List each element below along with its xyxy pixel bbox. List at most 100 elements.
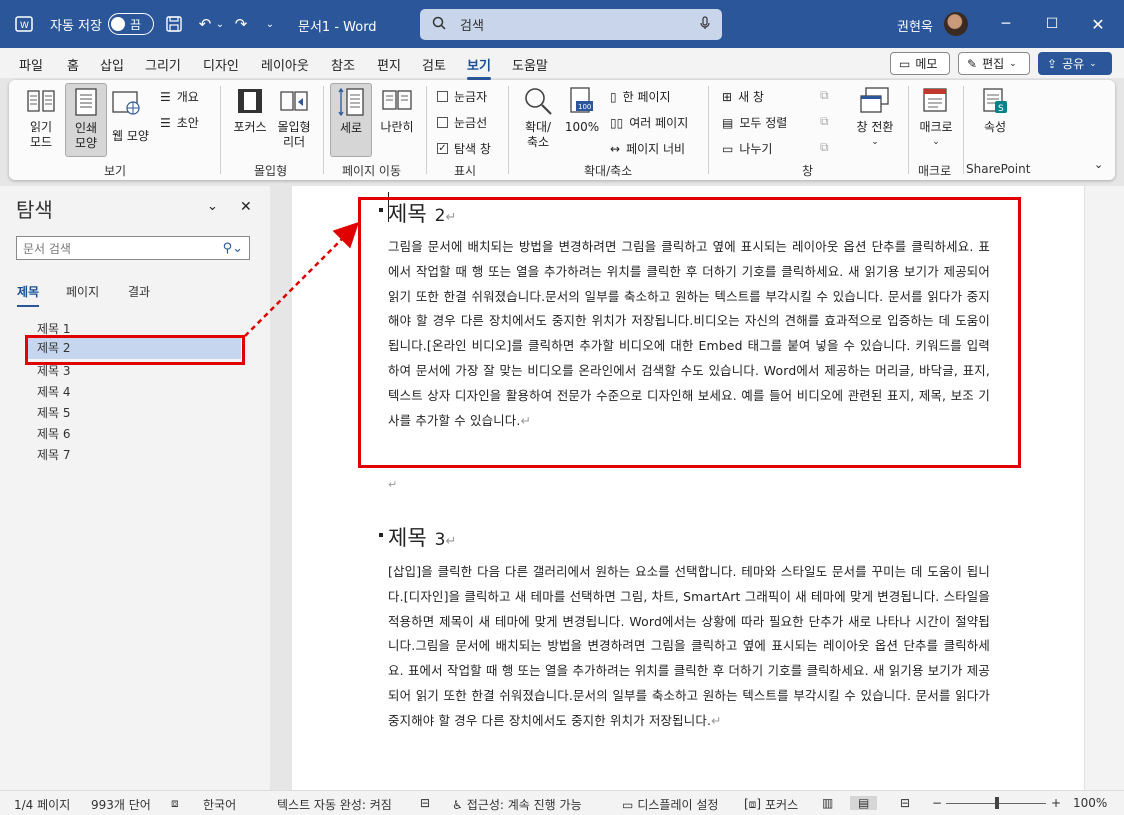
display-settings[interactable]: ▭ 디스플레이 설정 [622,796,718,813]
menu-home[interactable]: 홈 [67,55,79,74]
draft-button[interactable]: ☰ 초안 [160,114,199,131]
autosave-toggle[interactable]: 끔 [108,13,154,35]
user-name[interactable]: 권현욱 [897,16,933,35]
share-button[interactable]: ⇪ 공유 ⌄ [1038,52,1112,75]
text-autocomplete[interactable]: 텍스트 자동 완성: 켜짐 [277,796,392,813]
menu-mailings[interactable]: 편지 [377,55,401,74]
memo-button[interactable]: ▭ 메모 [890,52,950,75]
nav-heading-item[interactable]: 제목 6 [37,425,71,442]
tab-pages[interactable]: 페이지 [66,283,99,300]
minimize-icon[interactable]: ─ [983,8,1029,40]
page-width-button[interactable]: ↔ 페이지 너비 [610,140,685,157]
side-by-side-button[interactable]: 나란히 [376,86,418,156]
nav-pane-checkbox[interactable]: ✓ 탐색 창 [437,140,491,157]
print-layout-icon[interactable]: ▤ [850,796,878,810]
reset-position-icon: ⧉ [820,140,829,154]
undo-dropdown-icon[interactable]: ⌄ [214,14,226,34]
page-width-label: 페이지 너비 [626,142,686,156]
vertical-button[interactable]: 세로 [330,83,372,157]
nav-heading-item[interactable]: 제목 4 [37,383,71,400]
close-icon[interactable]: ✕ [1075,8,1121,40]
proofing-icon[interactable]: ⧈ [171,796,179,811]
focus-button[interactable]: 포커스 [229,86,271,156]
page-count[interactable]: 1/4 페이지 [14,796,70,813]
redo-icon[interactable]: ↷ [230,14,252,34]
menu-references[interactable]: 참조 [331,55,355,74]
heading-3-title: 제목 [388,526,427,550]
customize-qat-icon[interactable]: ⌄ [262,14,278,34]
nav-options-chevron-icon[interactable]: ⌄ [207,199,218,214]
paragraph-mark-icon: ↵ [388,478,398,491]
edit-label: 편집 [982,57,1005,71]
nav-search-input[interactable]: 문서 검색 ⚲⌄ [16,236,250,260]
outline-button[interactable]: ☰ 개요 [160,88,199,105]
ruler-checkbox[interactable]: 눈금자 [437,88,487,105]
group-window-label: 창 [802,164,814,178]
language[interactable]: 한국어 [203,796,236,813]
web-layout-icon[interactable]: ⊟ [900,796,910,810]
zoom-100-button[interactable]: 100 100% [562,86,602,156]
edit-button[interactable]: ✎ 편집 ⌄ [958,52,1030,75]
one-page-button[interactable]: ▯ 한 페이지 [610,88,671,105]
zoom-slider-thumb[interactable] [995,797,999,809]
vertical-scrollbar[interactable] [1084,186,1124,790]
switch-window-button[interactable]: 창 전환 ⌄ [850,86,900,156]
menu-view[interactable]: 보기 [467,55,491,80]
collapse-ribbon-icon[interactable]: ⌄ [1094,158,1103,171]
pencil-icon: ✎ [967,56,978,71]
save-status-icon: ⊟ [420,796,431,810]
group-page-movement-label: 페이지 이동 [342,164,402,178]
heading-3[interactable]: 제목 3↵ [388,522,456,552]
menu-review[interactable]: 검토 [422,55,446,74]
gridlines-checkbox[interactable]: 눈금선 [437,114,487,131]
save-icon[interactable] [163,14,185,34]
immersive-reader-label: 몰입형 리더 [277,120,311,149]
split-button[interactable]: ▭ 나누기 [722,140,772,157]
macros-button[interactable]: 매크로 ⌄ [914,86,958,156]
nav-heading-item[interactable]: 제목 5 [37,404,71,421]
word-logo-icon[interactable]: W [14,14,34,34]
search-box[interactable]: 검색 [420,9,722,40]
menu-help[interactable]: 도움말 [512,55,548,74]
zoom-button[interactable]: 확대/ 축소 [516,86,560,156]
nav-close-icon[interactable]: ✕ [240,199,252,215]
accessibility-status[interactable]: ♿ 접근성: 계속 진행 가능 [452,796,582,813]
immersive-reader-button[interactable]: 몰입형 리더 [273,86,315,156]
search-icon[interactable]: ⚲⌄ [223,241,243,256]
outline-label: 개요 [176,90,199,104]
undo-icon[interactable]: ↶ [194,14,216,34]
menu-layout[interactable]: 레이아웃 [261,55,309,74]
properties-button[interactable]: S 속성 [972,86,1018,156]
chevron-down-icon: ⌄ [1009,58,1017,69]
read-mode-button[interactable]: 읽기 모드 [22,86,60,156]
menu-draw[interactable]: 그리기 [145,55,181,74]
print-layout-button[interactable]: 인쇄 모양 [65,83,107,157]
pane-splitter[interactable] [271,186,292,790]
avatar[interactable] [944,12,968,36]
menu-design[interactable]: 디자인 [203,55,239,74]
nav-heading-item[interactable]: 제목 7 [37,446,71,463]
group-show-label: 표시 [454,164,477,178]
new-window-button[interactable]: ⊞ 새 창 [722,88,764,105]
word-count[interactable]: 993개 단어 [91,796,151,813]
web-layout-button[interactable]: 웹 모양 [112,90,149,144]
title-bar: W 자동 저장 끔 ↶ ⌄ ↷ ⌄ 문서1 - Word 검색 권현욱 ─ ☐ … [0,0,1124,48]
nav-pane-title: 탐색 [16,198,53,222]
tab-results[interactable]: 결과 [128,283,150,300]
maximize-icon[interactable]: ☐ [1029,8,1075,40]
microphone-icon[interactable] [700,16,710,33]
zoom-level[interactable]: 100% [1073,796,1107,810]
multi-page-button[interactable]: ▯▯ 여러 페이지 [610,114,688,131]
arrange-all-button[interactable]: ▤ 모두 정렬 [722,114,787,131]
switch-window-label: 창 전환 [856,120,894,134]
read-mode-icon[interactable]: ▥ [822,796,833,810]
zoom-out-icon[interactable]: − [932,796,942,810]
tab-headings[interactable]: 제목 [17,283,40,307]
side-by-side-label: 나란히 [380,120,414,134]
menu-insert[interactable]: 삽입 [100,55,124,74]
zoom-in-icon[interactable]: + [1051,796,1061,810]
menu-file[interactable]: 파일 [19,55,43,74]
paragraph-2[interactable]: [삽입]을 클릭한 다음 다른 갤러리에서 원하는 요소를 선택합니다. 테마와… [388,560,990,734]
navigation-pane [0,186,270,790]
focus-status[interactable]: [⧈] 포커스 [744,796,798,813]
